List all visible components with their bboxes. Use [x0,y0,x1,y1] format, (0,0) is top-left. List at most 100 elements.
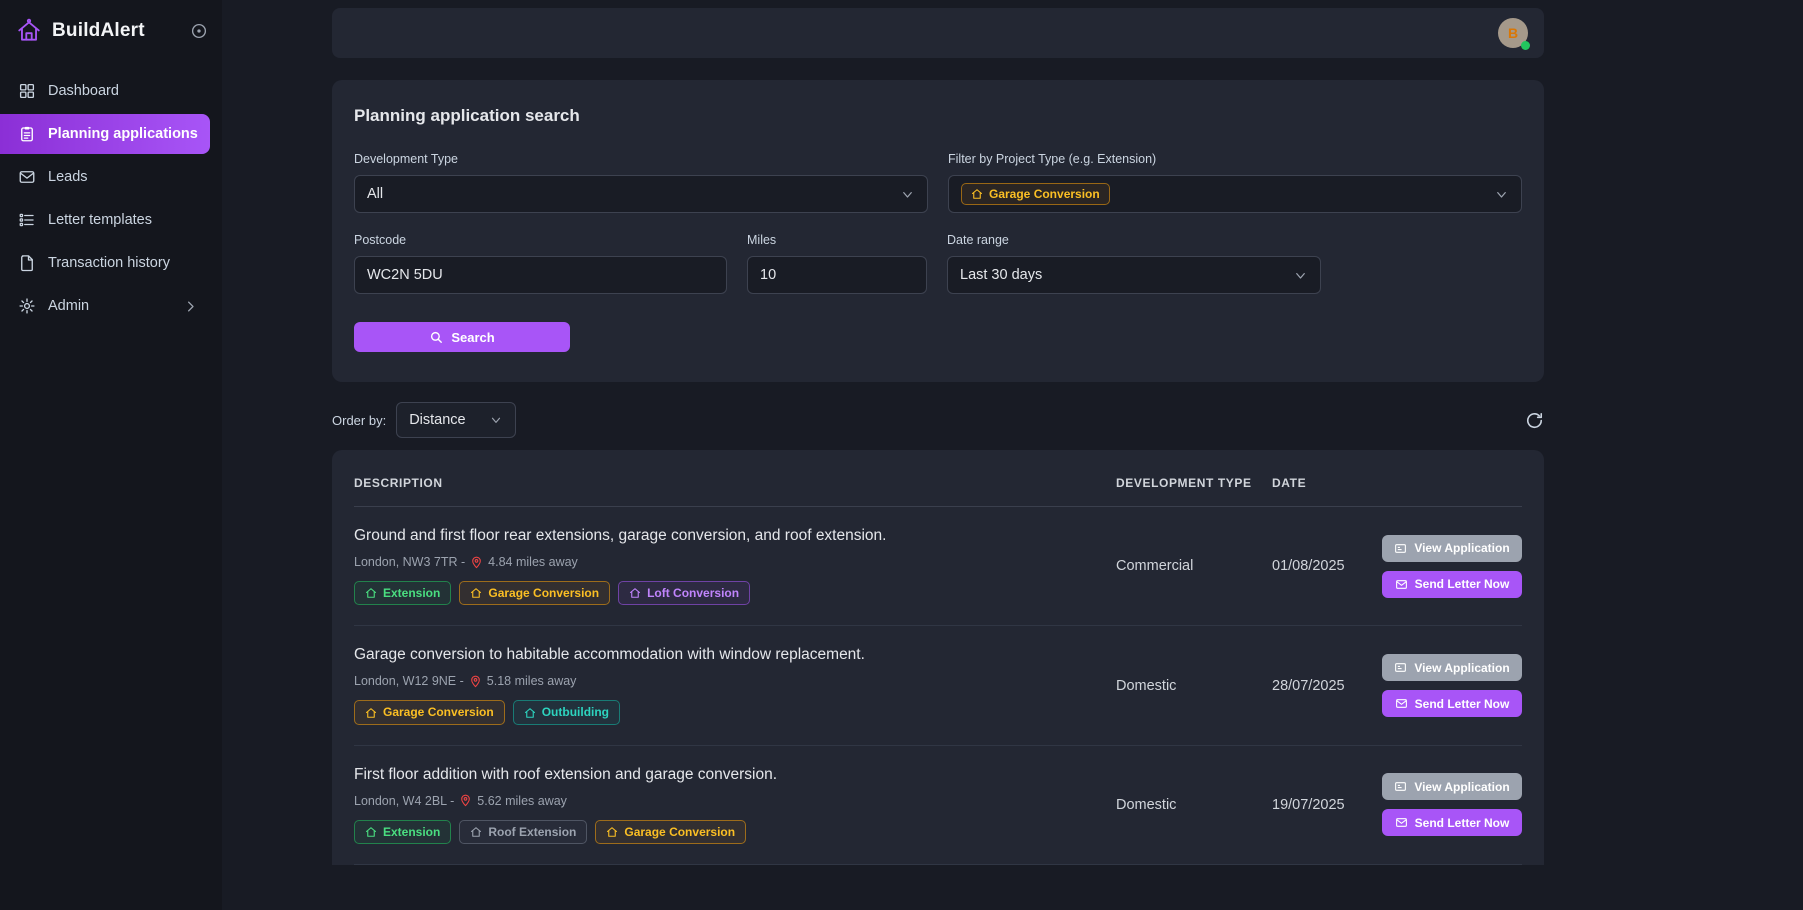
sidebar-item-leads[interactable]: Leads [0,157,210,197]
application-location: London, W12 9NE -5.18 miles away [354,674,1116,688]
application-location: London, W4 2BL -5.62 miles away [354,794,1116,808]
tag-extension: Extension [354,820,451,844]
tag-roof-extension: Roof Extension [459,820,587,844]
house-icon [524,707,536,719]
tag-extension: Extension [354,581,451,605]
send-letter-button[interactable]: Send Letter Now [1382,690,1522,717]
planning-search-card: Planning application search Development … [332,80,1544,382]
chevron-down-icon [1494,187,1509,202]
development-type-cell: Commercial [1116,558,1272,574]
selected-project-type-tag: Garage Conversion [961,183,1110,205]
search-button[interactable]: Search [354,322,570,352]
tag-outbuilding: Outbuilding [513,700,620,724]
date-cell: 19/07/2025 [1272,797,1382,813]
refresh-icon[interactable] [1525,411,1544,430]
brand-name: BuildAlert [52,20,180,42]
project-type-select[interactable]: Garage Conversion [948,175,1522,213]
tag-label: Roof Extension [488,825,576,839]
sidebar-item-dashboard[interactable]: Dashboard [0,71,210,111]
sidebar-collapse-icon[interactable] [190,22,208,40]
postcode-label: Postcode [354,233,727,247]
development-type-value: All [367,186,383,202]
sidebar-item-admin[interactable]: Admin [0,286,210,326]
house-icon [629,587,641,599]
order-by-select[interactable]: Distance [396,402,516,438]
date-range-select[interactable]: Last 30 days [947,256,1321,294]
sidebar-item-label: Transaction history [48,255,170,271]
application-tags: Garage Conversion Outbuilding [354,700,1116,724]
tag-label: Garage Conversion [383,705,494,719]
development-type-label: Development Type [354,152,928,166]
table-row: Garage conversion to habitable accommoda… [354,626,1522,745]
gear-icon [18,297,36,315]
house-icon [365,707,377,719]
send-letter-button[interactable]: Send Letter Now [1382,571,1522,598]
application-title: First floor addition with roof extension… [354,766,1116,784]
chevron-down-icon [1293,268,1308,283]
sidebar-item-label: Letter templates [48,212,152,228]
envelope-icon [1395,697,1408,710]
actions-cell: View Application Send Letter Now [1382,654,1522,717]
view-application-button[interactable]: View Application [1382,535,1522,562]
tag-label: Outbuilding [542,705,609,719]
tag-label: Garage Conversion [488,586,599,600]
header-actions [1382,476,1522,490]
card-icon [1394,542,1407,555]
distance-text: 4.84 miles away [488,555,578,569]
application-description-cell: First floor addition with roof extension… [354,766,1116,844]
actions-cell: View Application Send Letter Now [1382,535,1522,598]
sidebar: BuildAlert Dashboard [0,0,222,910]
main-content: B Planning application search Developmen… [222,0,1803,910]
selected-project-type-label: Garage Conversion [989,187,1100,201]
template-list-icon [18,211,36,229]
view-application-button[interactable]: View Application [1382,654,1522,681]
search-button-label: Search [451,330,494,345]
date-range-label: Date range [947,233,1321,247]
tag-label: Garage Conversion [624,825,735,839]
header-date: DATE [1272,476,1382,490]
location-pin-icon [470,556,483,569]
sidebar-item-transaction-history[interactable]: Transaction history [0,243,210,283]
view-application-label: View Application [1414,780,1509,794]
chevron-right-icon [183,299,198,314]
application-tags: Extension Garage Conversion Loft Conversio… [354,581,1116,605]
postcode-input[interactable] [354,256,727,294]
house-icon [365,587,377,599]
project-type-field: Filter by Project Type (e.g. Extension) … [948,152,1522,213]
dashboard-grid-icon [18,82,36,100]
date-cell: 01/08/2025 [1272,558,1382,574]
sidebar-item-label: Planning applications [48,126,198,142]
document-icon [18,254,36,272]
postcode-field: Postcode [354,233,727,294]
order-by-value: Distance [409,412,465,428]
header-development-type: DEVELOPMENT TYPE [1116,476,1272,490]
table-header-row: DESCRIPTION DEVELOPMENT TYPE DATE [354,450,1522,507]
sidebar-item-letter-templates[interactable]: Letter templates [0,200,210,240]
tag-label: Loft Conversion [647,586,739,600]
actions-cell: View Application Send Letter Now [1382,773,1522,836]
topbar: B [332,8,1544,58]
logo-row: BuildAlert [0,0,222,68]
header-description: DESCRIPTION [354,476,1116,490]
miles-input[interactable] [747,256,927,294]
view-application-button[interactable]: View Application [1382,773,1522,800]
tag-label: Extension [383,586,440,600]
send-letter-label: Send Letter Now [1415,577,1510,591]
house-icon [606,826,618,838]
tag-garage-conversion: Garage Conversion [354,700,505,724]
order-by-label: Order by: [332,413,386,428]
send-letter-button[interactable]: Send Letter Now [1382,809,1522,836]
distance-text: 5.62 miles away [477,794,567,808]
application-title: Garage conversion to habitable accommoda… [354,646,1116,664]
location-pin-icon [459,794,472,807]
development-type-select[interactable]: All [354,175,928,213]
tag-loft-conversion: Loft Conversion [618,581,750,605]
miles-label: Miles [747,233,927,247]
user-avatar[interactable]: B [1498,18,1528,48]
application-title: Ground and first floor rear extensions, … [354,527,1116,545]
miles-field: Miles [747,233,927,294]
sidebar-item-planning-applications[interactable]: Planning applications [0,114,210,154]
view-application-label: View Application [1414,661,1509,675]
clipboard-icon [18,125,36,143]
card-title: Planning application search [354,106,1522,126]
